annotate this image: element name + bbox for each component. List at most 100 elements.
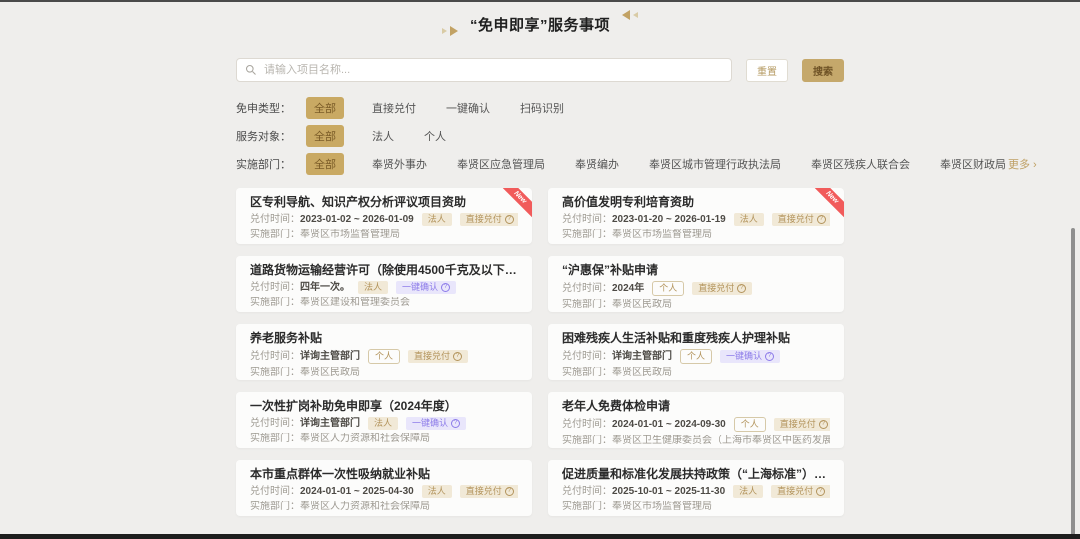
filter-row: 服务对象： 全部 法人 个人: [236, 126, 844, 146]
more-link[interactable]: 更多 ›: [1008, 156, 1037, 172]
card-time-row: 兑付时间： 2023-01-20 ~ 2026-01-19 法人直接兑付: [562, 213, 830, 226]
time-label: 兑付时间：: [562, 419, 612, 431]
time-label: 兑付时间：: [250, 214, 300, 226]
filter-option[interactable]: 奉贤区城市管理行政执法局: [647, 153, 783, 175]
card-title[interactable]: 道路货物运输经营许可（除使用4500千克及以下普通货运车辆从...: [250, 263, 518, 278]
card-time-row: 兑付时间： 2024-01-01 ~ 2024-09-30 个人直接兑付: [562, 417, 830, 432]
service-card[interactable]: 老年人免费体检申请 兑付时间： 2024-01-01 ~ 2024-09-30 …: [548, 392, 844, 448]
info-icon[interactable]: [505, 487, 514, 496]
filter-options: 全部 直接兑付 一键确认 扫码识别: [306, 97, 844, 119]
card-title[interactable]: 一次性扩岗补助免申即享（2024年度）: [250, 399, 518, 414]
search-button[interactable]: 搜索: [802, 59, 844, 82]
time-label: 兑付时间：: [250, 351, 300, 363]
tag-gold: 法人: [422, 485, 452, 498]
filter-label: 实施部门：: [236, 156, 306, 172]
dept-label: 实施部门：: [250, 229, 300, 241]
service-card[interactable]: 一次性扩岗补助免申即享（2024年度） 兑付时间： 详询主管部门 法人一键确认 …: [236, 392, 532, 448]
dept-value: 奉贤区民政局: [612, 299, 672, 311]
card-title[interactable]: 困难残疾人生活补贴和重度残疾人护理补贴: [562, 331, 830, 346]
time-label: 兑付时间：: [250, 418, 300, 430]
time-label: 兑付时间：: [562, 283, 612, 295]
service-card[interactable]: New 区专利导航、知识产权分析评议项目资助 兑付时间： 2023-01-02 …: [236, 188, 532, 244]
card-tags: 法人直接兑付: [414, 485, 518, 498]
service-card[interactable]: 养老服务补贴 兑付时间： 详询主管部门 个人直接兑付 实施部门： 奉贤区民政局: [236, 324, 532, 380]
card-title[interactable]: 高价值发明专利培育资助: [562, 195, 830, 210]
time-label: 兑付时间：: [250, 486, 300, 498]
service-card[interactable]: 本市重点群体一次性吸纳就业补贴 兑付时间： 2024-01-01 ~ 2025-…: [236, 460, 532, 516]
service-card[interactable]: New 高价值发明专利培育资助 兑付时间： 2023-01-20 ~ 2026-…: [548, 188, 844, 244]
triangle-left-small-icon: [633, 12, 638, 18]
filter-option[interactable]: 直接兑付: [370, 97, 418, 119]
card-time-row: 兑付时间： 2025-10-01 ~ 2025-11-30 法人直接兑付: [562, 485, 830, 498]
info-icon[interactable]: [765, 352, 774, 361]
time-label: 兑付时间：: [250, 282, 300, 294]
dept-value: 奉贤区市场监督管理局: [300, 229, 400, 241]
search-icon: [245, 64, 257, 76]
dept-label: 实施部门：: [250, 433, 300, 445]
info-icon[interactable]: [737, 284, 746, 293]
info-icon[interactable]: [819, 420, 828, 429]
card-title[interactable]: 养老服务补贴: [250, 331, 518, 346]
card-tags: 个人直接兑付: [726, 417, 830, 432]
filter-option[interactable]: 奉贤区应急管理局: [455, 153, 547, 175]
filter-option[interactable]: 奉贤区残疾人联合会: [809, 153, 912, 175]
card-time-row: 兑付时间： 详询主管部门 法人一键确认: [250, 417, 518, 430]
dept-value: 奉贤区人力资源和社会保障局: [300, 433, 430, 445]
dept-value: 奉贤区卫生健康委员会（上海市奉贤区中医药发展办公室）: [612, 435, 830, 447]
title-deco-right: [622, 10, 638, 20]
service-card[interactable]: 困难残疾人生活补贴和重度残疾人护理补贴 兑付时间： 详询主管部门 个人一键确认 …: [548, 324, 844, 380]
card-title[interactable]: “沪惠保”补贴申请: [562, 263, 830, 278]
title-deco-left: [442, 26, 458, 36]
filter-option[interactable]: 法人: [370, 125, 396, 147]
dept-label: 实施部门：: [562, 367, 612, 379]
filter-option[interactable]: 奉贤外事办: [370, 153, 429, 175]
dept-value: 奉贤区民政局: [300, 367, 360, 379]
card-title[interactable]: 老年人免费体检申请: [562, 399, 830, 414]
main-content: “免申即享”服务事项 重置 搜索 免申类型： 全部直接兑付一键确认扫码识别 服务…: [236, 0, 844, 516]
tag-outline: 个人: [652, 281, 684, 296]
card-tags: 法人直接兑付: [725, 485, 830, 498]
card-dept-row: 实施部门： 奉贤区民政局: [562, 299, 830, 311]
time-value: 2023-01-02 ~ 2026-01-09: [300, 214, 414, 226]
info-icon[interactable]: [441, 283, 450, 292]
dept-label: 实施部门：: [250, 367, 300, 379]
scrollbar-thumb[interactable]: [1071, 228, 1075, 536]
dept-value: 奉贤区民政局: [612, 367, 672, 379]
card-dept-row: 实施部门： 奉贤区建设和管理委员会: [250, 297, 518, 309]
info-icon[interactable]: [451, 419, 460, 428]
service-card[interactable]: 促进质量和标准化发展扶持政策（“上海标准”）申请 兑付时间： 2025-10-0…: [548, 460, 844, 516]
tag-gold: 法人: [368, 417, 398, 430]
filter-option[interactable]: 扫码识别: [518, 97, 566, 119]
new-ribbon-label: New: [500, 188, 532, 220]
filter-option[interactable]: 全部: [306, 125, 344, 147]
filter-option[interactable]: 个人: [422, 125, 448, 147]
tag-gold: 直接兑付: [771, 485, 830, 498]
info-icon[interactable]: [453, 352, 462, 361]
service-card[interactable]: 道路货物运输经营许可（除使用4500千克及以下普通货运车辆从... 兑付时间： …: [236, 256, 532, 312]
tag-gold: 法人: [733, 485, 763, 498]
filter-options: 全部 奉贤外事办 奉贤区应急管理局 奉贤编办 奉贤区城市管理行政执法局 奉贤区残疾人联合会…: [306, 153, 1008, 175]
search-input[interactable]: [236, 58, 732, 82]
filter-option[interactable]: 全部: [306, 97, 344, 119]
dept-label: 实施部门：: [250, 501, 300, 513]
service-card[interactable]: “沪惠保”补贴申请 兑付时间： 2024年 个人直接兑付 实施部门： 奉贤区民政…: [548, 256, 844, 312]
info-icon[interactable]: [816, 487, 825, 496]
filter-option[interactable]: 一键确认: [444, 97, 492, 119]
card-title[interactable]: 促进质量和标准化发展扶持政策（“上海标准”）申请: [562, 467, 830, 482]
tag-outline: 个人: [734, 417, 766, 432]
dept-label: 实施部门：: [562, 229, 612, 241]
filter-label: 服务对象：: [236, 128, 306, 144]
card-time-row: 兑付时间： 详询主管部门 个人直接兑付: [250, 349, 518, 364]
time-value: 2025-10-01 ~ 2025-11-30: [612, 486, 725, 498]
card-dept-row: 实施部门： 奉贤区人力资源和社会保障局: [250, 433, 518, 445]
reset-button[interactable]: 重置: [746, 59, 788, 82]
new-ribbon-label: New: [812, 188, 844, 220]
card-title[interactable]: 区专利导航、知识产权分析评议项目资助: [250, 195, 518, 210]
filter-option[interactable]: 全部: [306, 153, 344, 175]
filter-option[interactable]: 奉贤区财政局: [938, 153, 1008, 175]
filter-option[interactable]: 奉贤编办: [573, 153, 621, 175]
tag-gold: 法人: [734, 213, 764, 226]
tag-purple: 一键确认: [396, 281, 456, 294]
card-title[interactable]: 本市重点群体一次性吸纳就业补贴: [250, 467, 518, 482]
search-box: [236, 58, 732, 82]
